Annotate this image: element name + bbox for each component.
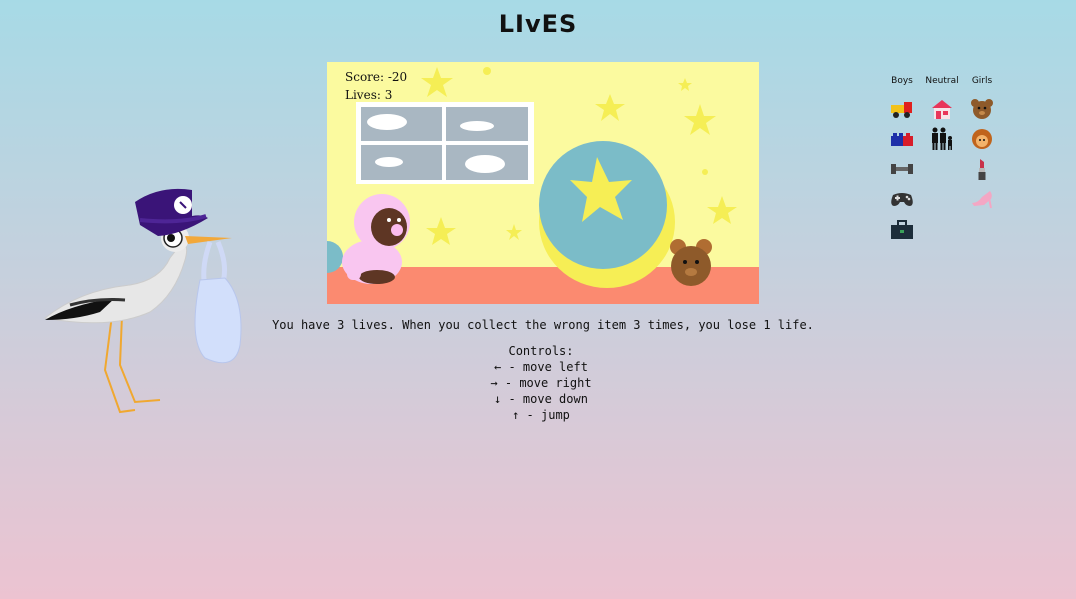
legend-header-boys: Boys [891,76,913,86]
score-display: Score: -20 [345,70,408,84]
legend-header-girls: Girls [971,76,993,86]
star-decoration [421,67,453,97]
toy-truck-icon [891,102,912,118]
game-canvas[interactable]: Score: -20 Lives: 3 [327,62,759,304]
house-icon [932,100,952,119]
page-title: LIvES [498,10,578,38]
gamepad-icon [891,193,913,206]
control-right: → - move right [490,376,592,390]
teddy-bear-item [670,239,712,286]
high-heel-icon [972,191,992,209]
toolbox-icon [891,220,913,239]
control-down: ↓ - move down [494,392,588,406]
controls-help: Controls: ← - move left → - move right ↓… [0,343,1076,423]
lives-display: Lives: 3 [345,88,393,102]
item-legend: Boys Neutral Girls [882,76,1002,239]
lego-brick-icon [891,133,913,146]
doll-face-icon [972,129,992,149]
legend-column-neutral [922,94,962,154]
control-up: ↑ - jump [512,408,570,422]
teddy-bear-icon [971,99,993,119]
lives-description: You have 3 lives. When you collect the w… [272,318,814,332]
control-left: ← - move left [494,360,588,374]
hud: Score: -20 Lives: 3 [345,68,407,104]
lipstick-icon [978,159,986,180]
legend-column-girls [962,94,1002,214]
dumbbell-icon [891,164,913,174]
legend-header-neutral: Neutral [925,76,959,86]
legend-column-boys [882,94,922,244]
family-icon [932,127,952,150]
controls-title: Controls: [508,344,574,358]
beach-ball [539,141,675,288]
